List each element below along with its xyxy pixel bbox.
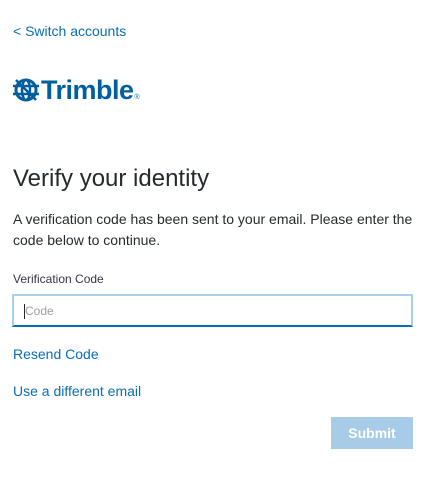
switch-accounts-link[interactable]: < Switch accounts [13,22,126,40]
logo-wordmark: Trimble [41,75,134,105]
use-different-email-link[interactable]: Use a different email [13,382,141,400]
resend-code-link[interactable]: Resend Code [13,345,99,363]
trimble-logo: Trimble ® [13,73,140,107]
instructions-text: A verification code has been sent to you… [13,211,413,248]
registered-mark: ® [134,94,140,101]
trimble-globe-icon [13,78,39,102]
submit-button[interactable]: Submit [331,417,413,449]
verification-code-label: Verification Code [13,272,104,286]
page-title: Verify your identity [13,165,210,192]
verify-identity-page: < Switch accounts Trimble ® Verify your … [0,0,440,503]
verification-code-input[interactable] [14,296,411,325]
verification-code-field[interactable] [12,294,413,327]
text-caret [24,304,25,319]
